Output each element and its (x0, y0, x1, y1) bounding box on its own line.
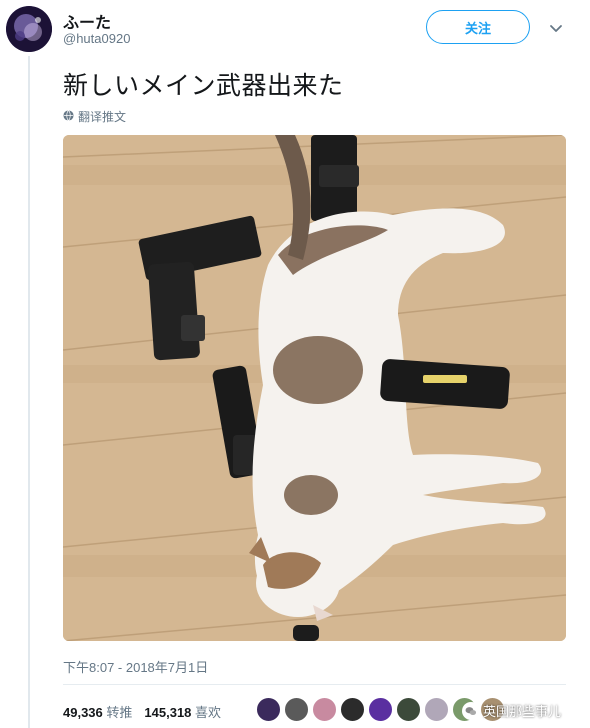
chevron-down-icon[interactable] (548, 20, 564, 36)
avatar[interactable] (6, 6, 52, 52)
tweet-stats: 49,336 转推 145,318 喜欢 (63, 702, 221, 721)
translate-label: 翻译推文 (78, 110, 127, 124)
thread-line (28, 56, 30, 728)
watermark: 英国那些事儿 (462, 701, 561, 720)
globe-icon (63, 109, 74, 124)
divider (63, 684, 566, 685)
tweet-timestamp[interactable]: 下午8:07 - 2018年7月1日 (63, 657, 208, 676)
translate-link[interactable]: 翻译推文 (63, 108, 126, 125)
retweets-label: 转推 (106, 705, 133, 720)
display-name[interactable]: ふーた (63, 9, 111, 33)
liker-avatar[interactable] (284, 697, 309, 722)
follow-button[interactable]: 关注 (426, 10, 530, 44)
liker-avatar[interactable] (256, 697, 281, 722)
liker-avatar[interactable] (424, 697, 449, 722)
retweets-count: 49,336 (63, 705, 103, 720)
liker-avatar[interactable] (368, 697, 393, 722)
tweet-text: 新しいメイン武器出来た (63, 72, 344, 100)
tweet-card: ふーた @huta0920 关注 新しいメイン武器出来た 翻译推文 下午8:07… (0, 0, 590, 728)
watermark-text: 英国那些事儿 (483, 704, 562, 719)
tweet-photo[interactable] (63, 135, 566, 641)
wechat-icon (462, 701, 480, 720)
liker-avatar[interactable] (340, 697, 365, 722)
user-handle[interactable]: @huta0920 (63, 31, 130, 46)
liker-avatar[interactable] (312, 697, 337, 722)
liker-avatar[interactable] (396, 697, 421, 722)
likes-stat[interactable]: 145,318 喜欢 (144, 702, 221, 721)
likes-count: 145,318 (144, 705, 192, 720)
retweets-stat[interactable]: 49,336 转推 (63, 702, 132, 721)
likes-label: 喜欢 (195, 705, 222, 720)
